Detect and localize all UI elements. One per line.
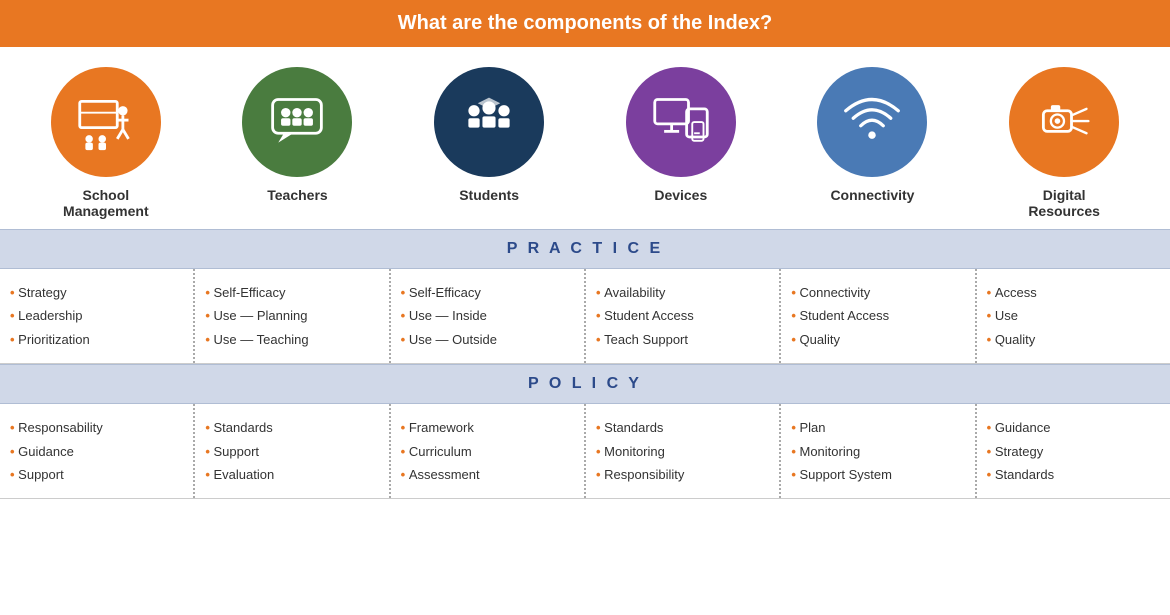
- policy-list-4: Plan Monitoring Support System: [791, 416, 964, 486]
- list-item: Standards: [987, 463, 1160, 486]
- policy-grid-row: Responsability Guidance Support Standard…: [0, 404, 1170, 499]
- icon-label-devices: Devices: [654, 187, 707, 203]
- list-item: Strategy: [987, 440, 1160, 463]
- students-icon: [459, 92, 519, 152]
- list-item: Self-Efficacy: [205, 281, 378, 304]
- policy-col-5: Guidance Strategy Standards: [977, 404, 1170, 498]
- icon-label-teachers: Teachers: [267, 187, 327, 203]
- header-title: What are the components of the Index?: [398, 12, 772, 34]
- practice-col-4: Connectivity Student Access Quality: [781, 269, 976, 363]
- icon-circle-school-management: [51, 67, 161, 177]
- policy-list-1: Standards Support Evaluation: [205, 416, 378, 486]
- icon-circle-digital-resources: [1009, 67, 1119, 177]
- icons-section: SchoolManagement Teachers: [0, 47, 1170, 229]
- practice-list-2: Self-Efficacy Use — Inside Use — Outside: [401, 281, 574, 351]
- list-item: Standards: [596, 416, 769, 439]
- icon-circle-connectivity: [817, 67, 927, 177]
- list-item: Use — Teaching: [205, 328, 378, 351]
- list-item: Use: [987, 304, 1160, 327]
- icon-circle-students: [434, 67, 544, 177]
- list-item: Use — Planning: [205, 304, 378, 327]
- list-item: Guidance: [987, 416, 1160, 439]
- icon-circle-teachers: [242, 67, 352, 177]
- icon-item-connectivity: Connectivity: [792, 67, 952, 203]
- policy-label: P O L I C Y: [528, 375, 642, 392]
- list-item: Support: [205, 440, 378, 463]
- list-item: Leadership: [10, 304, 183, 327]
- digital-resources-icon: [1034, 92, 1094, 152]
- icon-circle-devices: [626, 67, 736, 177]
- practice-col-3: Availability Student Access Teach Suppor…: [586, 269, 781, 363]
- list-item: Support: [10, 463, 183, 486]
- list-item: Availability: [596, 281, 769, 304]
- list-item: Assessment: [401, 463, 574, 486]
- list-item: Evaluation: [205, 463, 378, 486]
- list-item: Connectivity: [791, 281, 964, 304]
- practice-section-header: P R A C T I C E: [0, 229, 1170, 269]
- policy-list-5: Guidance Strategy Standards: [987, 416, 1160, 486]
- list-item: Quality: [987, 328, 1160, 351]
- icon-item-digital-resources: DigitalResources: [984, 67, 1144, 219]
- list-item: Teach Support: [596, 328, 769, 351]
- list-item: Standards: [205, 416, 378, 439]
- practice-col-1: Self-Efficacy Use — Planning Use — Teach…: [195, 269, 390, 363]
- list-item: Framework: [401, 416, 574, 439]
- list-item: Monitoring: [791, 440, 964, 463]
- practice-list-3: Availability Student Access Teach Suppor…: [596, 281, 769, 351]
- list-item: Access: [987, 281, 1160, 304]
- list-item: Quality: [791, 328, 964, 351]
- policy-list-2: Framework Curriculum Assessment: [401, 416, 574, 486]
- policy-col-0: Responsability Guidance Support: [0, 404, 195, 498]
- practice-label: P R A C T I C E: [507, 240, 663, 257]
- list-item: Support System: [791, 463, 964, 486]
- teachers-icon: [267, 92, 327, 152]
- devices-icon: [651, 92, 711, 152]
- list-item: Use — Inside: [401, 304, 574, 327]
- list-item: Strategy: [10, 281, 183, 304]
- practice-col-5: Access Use Quality: [977, 269, 1170, 363]
- policy-col-1: Standards Support Evaluation: [195, 404, 390, 498]
- list-item: Use — Outside: [401, 328, 574, 351]
- list-item: Student Access: [596, 304, 769, 327]
- icon-item-students: Students: [409, 67, 569, 203]
- list-item: Guidance: [10, 440, 183, 463]
- policy-col-3: Standards Monitoring Responsibility: [586, 404, 781, 498]
- practice-grid-row: Strategy Leadership Prioritization Self-…: [0, 269, 1170, 364]
- icon-label-school-management: SchoolManagement: [63, 187, 149, 219]
- icon-label-connectivity: Connectivity: [830, 187, 914, 203]
- practice-list-5: Access Use Quality: [987, 281, 1160, 351]
- practice-list-4: Connectivity Student Access Quality: [791, 281, 964, 351]
- practice-col-0: Strategy Leadership Prioritization: [0, 269, 195, 363]
- policy-col-2: Framework Curriculum Assessment: [391, 404, 586, 498]
- practice-col-2: Self-Efficacy Use — Inside Use — Outside: [391, 269, 586, 363]
- list-item: Prioritization: [10, 328, 183, 351]
- policy-list-3: Standards Monitoring Responsibility: [596, 416, 769, 486]
- list-item: Monitoring: [596, 440, 769, 463]
- list-item: Plan: [791, 416, 964, 439]
- policy-col-4: Plan Monitoring Support System: [781, 404, 976, 498]
- list-item: Self-Efficacy: [401, 281, 574, 304]
- icon-label-digital-resources: DigitalResources: [1028, 187, 1100, 219]
- icon-item-devices: Devices: [601, 67, 761, 203]
- connectivity-icon: [842, 92, 902, 152]
- practice-list-1: Self-Efficacy Use — Planning Use — Teach…: [205, 281, 378, 351]
- icon-label-students: Students: [459, 187, 519, 203]
- icon-item-school-management: SchoolManagement: [26, 67, 186, 219]
- policy-list-0: Responsability Guidance Support: [10, 416, 183, 486]
- list-item: Student Access: [791, 304, 964, 327]
- school-icon: [76, 92, 136, 152]
- list-item: Responsibility: [596, 463, 769, 486]
- page-header: What are the components of the Index?: [0, 0, 1170, 47]
- policy-section-header: P O L I C Y: [0, 364, 1170, 404]
- icon-item-teachers: Teachers: [217, 67, 377, 203]
- practice-list-0: Strategy Leadership Prioritization: [10, 281, 183, 351]
- list-item: Curriculum: [401, 440, 574, 463]
- list-item: Responsability: [10, 416, 183, 439]
